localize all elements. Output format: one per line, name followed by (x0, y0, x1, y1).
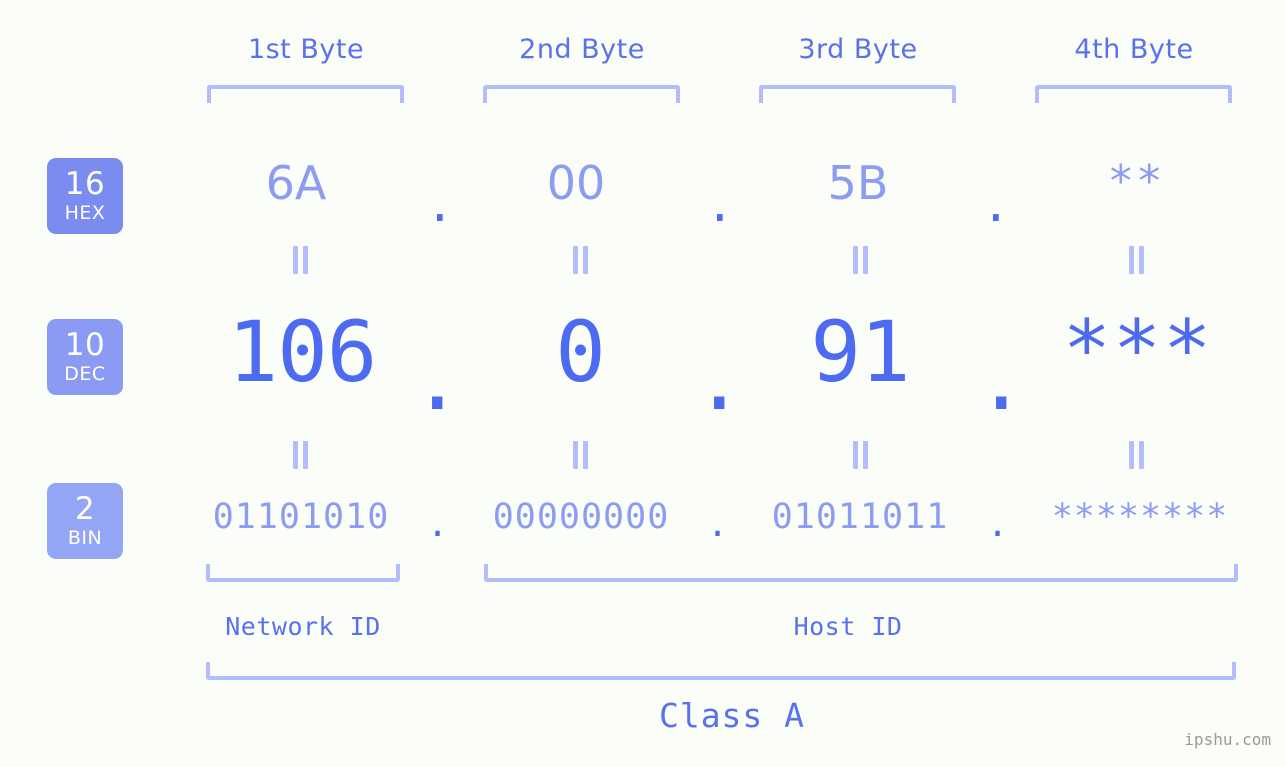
base-badge-bin-abbr: BIN (67, 527, 103, 549)
byte-header-3: 3rd Byte (798, 34, 918, 65)
byte-header-2: 2nd Byte (519, 34, 645, 65)
dec-byte-3: 91 (810, 303, 910, 401)
base-badge-bin-number: 2 (74, 491, 96, 527)
dec-byte-4: *** (1062, 303, 1214, 396)
bin-byte-1: 01101010 (212, 497, 390, 537)
base-badge-bin: 2 BIN (47, 483, 123, 559)
equals-mark-hex-dec-2 (569, 246, 591, 274)
equals-mark-hex-dec-4 (1125, 246, 1147, 274)
byte-bracket-3 (759, 85, 956, 103)
dec-byte-2: 0 (555, 303, 606, 401)
equals-mark-hex-dec-1 (289, 246, 311, 274)
class-label: Class A (658, 696, 806, 735)
host-id-label: Host ID (793, 612, 903, 641)
class-bracket (206, 662, 1236, 680)
equals-mark-dec-bin-2 (569, 441, 591, 469)
equals-mark-hex-dec-3 (849, 246, 871, 274)
byte-bracket-4 (1035, 85, 1232, 103)
byte-header-1: 1st Byte (247, 34, 365, 65)
base-badge-hex-abbr: HEX (64, 202, 106, 224)
byte-bracket-1 (207, 85, 404, 103)
equals-mark-dec-bin-3 (849, 441, 871, 469)
base-badge-hex-number: 16 (64, 166, 106, 202)
equals-mark-dec-bin-4 (1125, 441, 1147, 469)
network-id-bracket (206, 564, 400, 582)
hex-byte-2: 00 (546, 156, 606, 210)
hex-byte-1: 6A (265, 156, 327, 210)
byte-bracket-2 (483, 85, 680, 103)
host-id-bracket (484, 564, 1238, 582)
ip-address-breakdown-diagram: 1st Byte 2nd Byte 3rd Byte 4th Byte 16 H… (0, 0, 1285, 767)
base-badge-dec-number: 10 (64, 327, 106, 363)
equals-mark-dec-bin-1 (289, 441, 311, 469)
dec-byte-1: 106 (227, 303, 378, 401)
hex-byte-3: 5B (827, 156, 889, 210)
bin-byte-3: 01011011 (771, 497, 949, 537)
hex-byte-4: ** (1107, 156, 1165, 207)
site-watermark: ipshu.com (1184, 730, 1271, 749)
byte-header-4: 4th Byte (1074, 34, 1194, 65)
bin-byte-2: 00000000 (492, 497, 670, 537)
base-badge-dec-abbr: DEC (64, 363, 106, 385)
network-id-label: Network ID (225, 612, 381, 641)
bin-byte-4: ******** (1051, 497, 1229, 537)
base-badge-dec: 10 DEC (47, 319, 123, 395)
base-badge-hex: 16 HEX (47, 158, 123, 234)
